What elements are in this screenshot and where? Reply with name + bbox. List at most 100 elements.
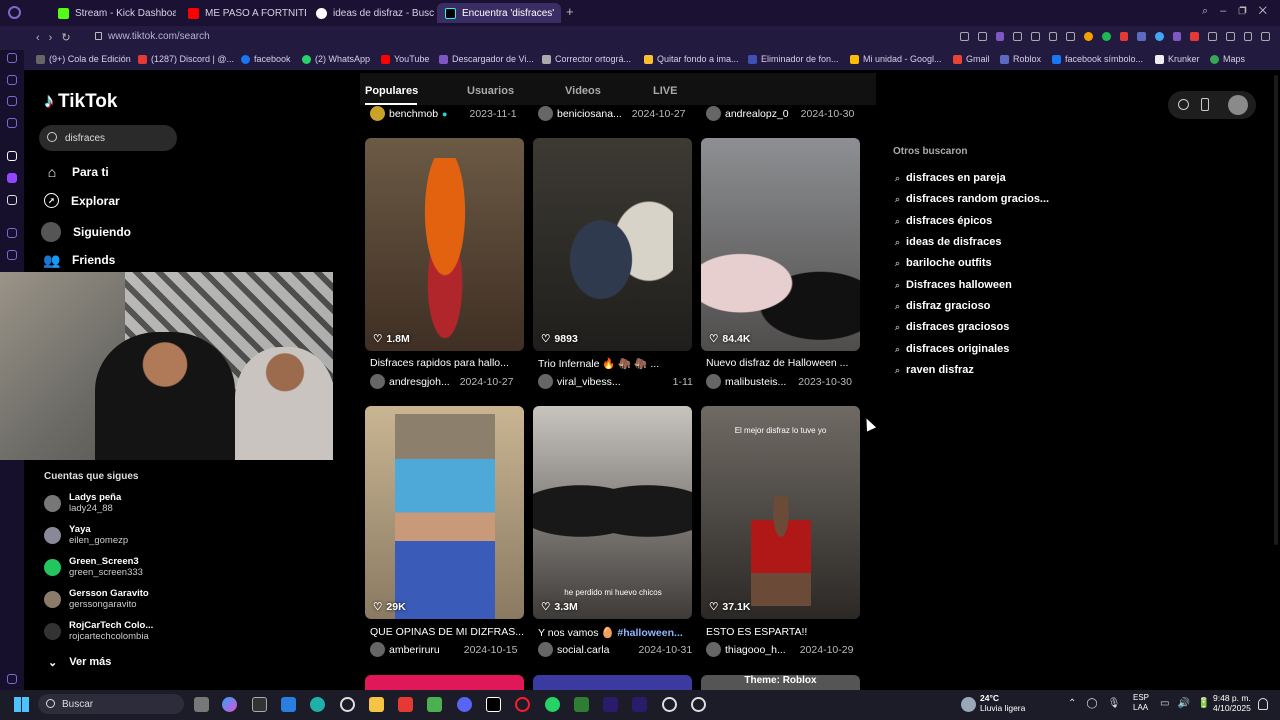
app-icon[interactable] xyxy=(281,697,296,712)
bookmark[interactable]: Descargador de Vi... xyxy=(439,54,534,64)
bookmark[interactable]: Gmail xyxy=(953,54,990,64)
mail-icon[interactable] xyxy=(7,118,17,128)
tab-videos[interactable]: Videos xyxy=(565,85,601,97)
opera-gx-icon[interactable] xyxy=(340,697,355,712)
browser-tab-active[interactable]: Encuentra 'disfraces' xyxy=(437,3,561,23)
tiktok-icon[interactable] xyxy=(7,151,17,161)
suggested-search[interactable]: ⌕ raven disfraz xyxy=(895,364,974,376)
obs-icon[interactable] xyxy=(691,697,706,712)
bookmark[interactable]: Roblox xyxy=(1000,54,1041,64)
bookmark[interactable]: (9+) Cola de Edición xyxy=(36,54,131,64)
url-field[interactable]: www.tiktok.com/search xyxy=(108,31,210,42)
browser-tab[interactable]: ME PASO A FORTNITE - Y xyxy=(180,3,306,23)
video-meta[interactable]: benchmob ● 2023-11-1 xyxy=(370,106,517,121)
taskbar-search[interactable]: Buscar xyxy=(38,694,184,714)
notification-icon[interactable] xyxy=(1258,698,1268,710)
taskbar-clock[interactable]: 9:48 p. m. 4/10/2025 xyxy=(1213,693,1251,713)
opera-icon[interactable] xyxy=(515,697,530,712)
nav-item-para-ti[interactable]: ⌂ Para ti xyxy=(44,164,109,180)
task-view-icon[interactable] xyxy=(194,697,209,712)
video-meta[interactable]: thiagooo_h... 2024-10-29 xyxy=(706,642,853,657)
whatsapp-icon[interactable] xyxy=(545,697,560,712)
bookmark[interactable]: facebook xyxy=(241,54,291,64)
suggested-search[interactable]: ⌕ disfraces épicos xyxy=(895,215,992,227)
premiere-icon[interactable] xyxy=(603,697,618,712)
suggested-search[interactable]: ⌕ disfraces random gracios... xyxy=(895,193,1049,205)
nav-item-siguiendo[interactable]: Siguiendo xyxy=(41,222,131,242)
video-card[interactable]: ♡ 9893 xyxy=(533,138,692,351)
minecraft-icon[interactable] xyxy=(427,697,442,712)
followed-account[interactable]: Gersson Garavito gerssongaravito xyxy=(44,588,149,610)
app-icon[interactable] xyxy=(252,697,267,712)
nav-item-friends[interactable]: 👥 Friends xyxy=(43,252,115,268)
bookmark[interactable]: (2) WhatsApp xyxy=(302,54,370,64)
app-icon[interactable] xyxy=(398,697,413,712)
video-card[interactable]: he perdido mi huevo chicos ♡ 3.3M xyxy=(533,406,692,619)
tab-populares[interactable]: Populares xyxy=(365,85,418,97)
bookmark[interactable]: Maps xyxy=(1210,54,1245,64)
tiktok-logo[interactable]: ♪ TikTok xyxy=(44,90,117,113)
video-meta[interactable]: andresgjoh... 2024-10-27 xyxy=(370,374,513,389)
video-caption[interactable]: QUE OPINAS DE MI DIZFRAS... xyxy=(370,626,525,638)
video-card[interactable]: ♡ 1.8M xyxy=(365,138,524,351)
bookmark[interactable]: Quitar fondo a ima... xyxy=(644,54,739,64)
followed-account[interactable]: RojCarTech Colo... rojcartechcolombia xyxy=(44,620,153,642)
person-icon[interactable] xyxy=(7,75,17,85)
video-card[interactable]: El mejor disfraz lo tuve yo ♡ 37.1K xyxy=(701,406,860,619)
history-icon[interactable] xyxy=(7,53,17,63)
suggested-search[interactable]: ⌕ disfraces originales xyxy=(895,343,1009,355)
video-meta[interactable]: beniciosana... 2024-10-27 xyxy=(538,106,686,121)
profile-avatar[interactable] xyxy=(1228,95,1248,115)
suggested-search[interactable]: ⌕ bariloche outfits xyxy=(895,257,992,269)
video-card[interactable]: ♡ 84.4K xyxy=(701,138,860,351)
followed-account[interactable]: Green_Screen3 green_screen333 xyxy=(44,556,143,578)
video-card[interactable]: Theme: Roblox xyxy=(701,675,860,690)
new-tab-button[interactable]: + xyxy=(566,4,574,19)
hashtag-link[interactable]: #halloween... xyxy=(617,627,682,639)
twitch-icon[interactable] xyxy=(7,173,17,183)
clock-icon[interactable] xyxy=(7,250,17,260)
system-tray[interactable]: ⌃◯🎙 xyxy=(1068,698,1130,709)
suggested-search[interactable]: ⌕ Disfraces halloween xyxy=(895,279,1012,291)
search-input[interactable]: disfraces xyxy=(39,125,177,151)
bookmark[interactable]: (1287) Discord | @... xyxy=(138,54,234,64)
extensions-toolbar[interactable] xyxy=(960,32,1270,44)
bookmark[interactable]: Krunker xyxy=(1155,54,1200,64)
video-caption[interactable]: Disfraces rapidos para hallo... xyxy=(370,357,525,369)
video-caption[interactable]: Y nos vamos 🥚 #halloween... xyxy=(538,626,693,639)
bookmark[interactable]: Eliminador de fon... xyxy=(748,54,839,64)
tab-usuarios[interactable]: Usuarios xyxy=(467,85,514,97)
window-controls[interactable]: ⌕–❐✕ xyxy=(1202,5,1279,18)
device-icon[interactable] xyxy=(1201,98,1209,111)
tray-icons[interactable]: ▭🔊🔋 xyxy=(1160,698,1218,709)
language-indicator[interactable]: ESP LAA xyxy=(1133,693,1149,713)
suggested-search[interactable]: ⌕ disfraces en pareja xyxy=(895,172,1006,184)
premiere-icon[interactable] xyxy=(632,697,647,712)
video-meta[interactable]: malibusteis... 2023-10-30 xyxy=(706,374,852,389)
followed-account[interactable]: Yaya eilen_gomezp xyxy=(44,524,128,546)
messenger-icon[interactable] xyxy=(7,96,17,106)
windows-start-icon[interactable] xyxy=(14,697,29,712)
video-meta[interactable]: andrealopz_0 2024-10-30 xyxy=(706,106,854,121)
bookmark[interactable]: Corrector ortográ... xyxy=(542,54,631,64)
video-meta[interactable]: social.carla 2024-10-31 xyxy=(538,642,692,657)
x-icon[interactable] xyxy=(7,195,17,205)
suggested-search[interactable]: ⌕ disfraces graciosos xyxy=(895,321,1009,333)
capcut-icon[interactable] xyxy=(486,697,501,712)
folder-icon[interactable] xyxy=(369,697,384,712)
video-meta[interactable]: amberiruru 2024-10-15 xyxy=(370,642,518,657)
app-icon[interactable] xyxy=(574,697,589,712)
more-icon[interactable] xyxy=(7,674,17,684)
video-card[interactable]: ♡ 29K xyxy=(365,406,524,619)
see-more-button[interactable]: ⌄ Ver más xyxy=(48,656,111,669)
suggested-search[interactable]: ⌕ ideas de disfraces xyxy=(895,236,1001,248)
bookmark[interactable]: Mi unidad - Googl... xyxy=(850,54,942,64)
suggested-search[interactable]: ⌕ disfraz gracioso xyxy=(895,300,990,312)
nav-buttons[interactable]: ‹›↻ xyxy=(36,31,80,44)
coin-icon[interactable] xyxy=(1178,99,1189,110)
copilot-icon[interactable] xyxy=(222,697,237,712)
obs-icon[interactable] xyxy=(662,697,677,712)
edge-icon[interactable] xyxy=(310,697,325,712)
discord-icon[interactable] xyxy=(457,697,472,712)
followed-account[interactable]: Ladys peña lady24_88 xyxy=(44,492,121,514)
